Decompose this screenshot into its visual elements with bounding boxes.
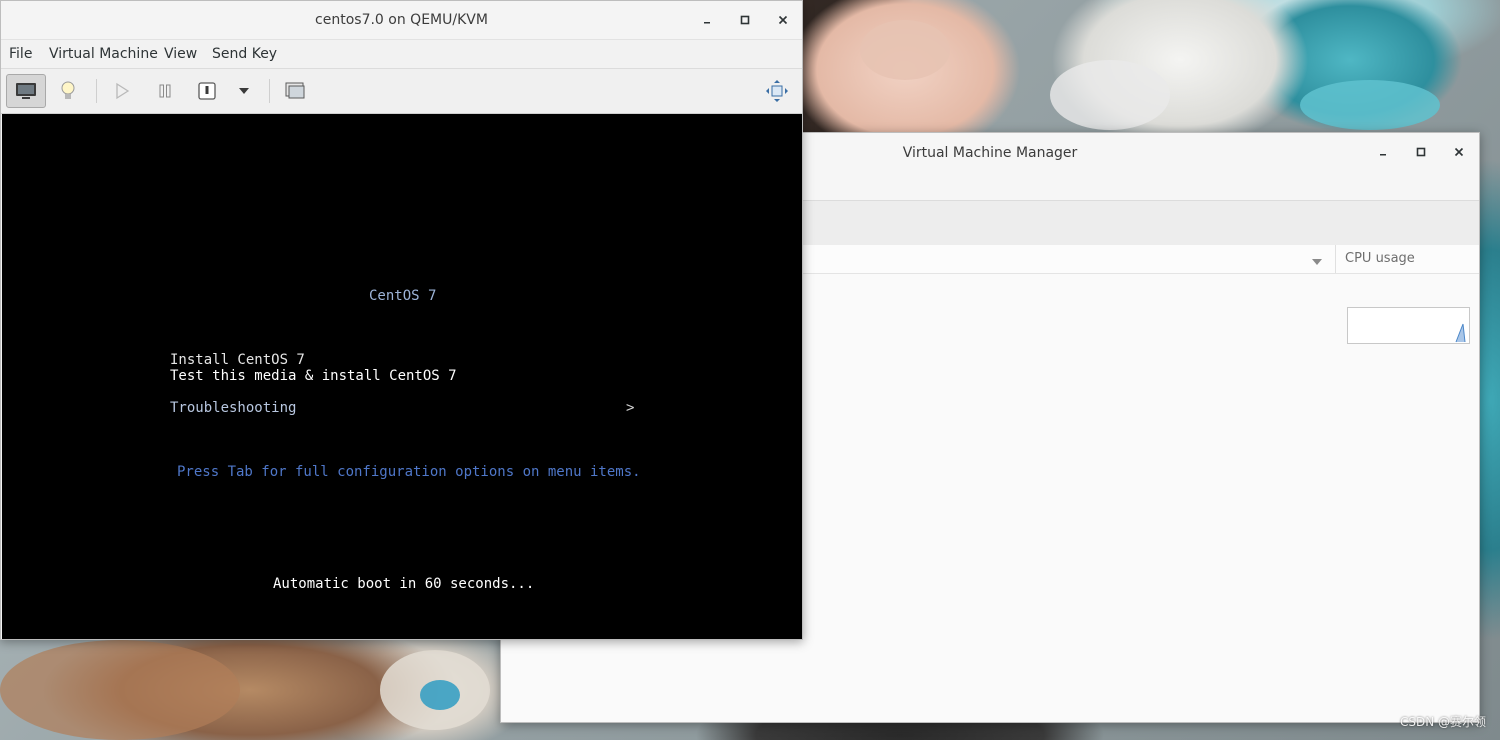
console-toolbar bbox=[1, 69, 802, 114]
pause-icon[interactable] bbox=[145, 74, 185, 108]
watermark: CSDN @赛尔领 bbox=[1399, 715, 1486, 729]
menu-file[interactable]: File bbox=[9, 46, 32, 62]
boot-option-troubleshooting[interactable]: Troubleshooting bbox=[170, 400, 296, 416]
close-icon[interactable] bbox=[773, 10, 793, 30]
vm-display[interactable]: CentOS 7 Install CentOS 7 Test this medi… bbox=[2, 114, 802, 639]
maximize-icon[interactable] bbox=[1411, 142, 1431, 162]
menu-virtual-machine[interactable]: Virtual Machine bbox=[49, 46, 158, 62]
console-window-title: centos7.0 on QEMU/KVM bbox=[315, 12, 488, 28]
vm-console-window: centos7.0 on QEMU/KVM File Virtual Machi… bbox=[0, 0, 803, 640]
cpu-usage-graph bbox=[1347, 307, 1470, 344]
menubar: File Virtual Machine View Send Key bbox=[1, 40, 802, 69]
snapshots-icon[interactable] bbox=[275, 74, 315, 108]
boot-option-test-and-install[interactable]: Test this media & install CentOS 7 bbox=[170, 368, 457, 384]
shutdown-menu-icon[interactable] bbox=[224, 74, 264, 108]
toolbar-separator bbox=[269, 79, 270, 103]
minimize-icon[interactable] bbox=[1373, 142, 1393, 162]
details-lightbulb-icon[interactable] bbox=[48, 74, 88, 108]
boot-hint: Press Tab for full configuration options… bbox=[177, 464, 641, 480]
fullscreen-icon[interactable] bbox=[757, 74, 797, 108]
boot-option-install[interactable]: Install CentOS 7 bbox=[170, 352, 305, 368]
console-titlebar[interactable]: centos7.0 on QEMU/KVM bbox=[1, 1, 802, 40]
shutdown-icon[interactable] bbox=[187, 74, 227, 108]
chevron-down-icon[interactable] bbox=[1311, 253, 1323, 265]
console-icon[interactable] bbox=[6, 74, 46, 108]
submenu-arrow: > bbox=[626, 400, 635, 416]
close-icon[interactable] bbox=[1449, 142, 1469, 162]
boot-menu-title: CentOS 7 bbox=[369, 288, 437, 304]
cpu-sparkline bbox=[1455, 323, 1466, 343]
column-divider bbox=[1335, 245, 1336, 273]
cpu-usage-column-header[interactable]: CPU usage bbox=[1345, 251, 1415, 266]
run-icon[interactable] bbox=[102, 74, 142, 108]
autoboot-countdown: Automatic boot in 60 seconds... bbox=[273, 576, 535, 592]
menu-view[interactable]: View bbox=[164, 46, 197, 62]
maximize-icon[interactable] bbox=[735, 10, 755, 30]
minimize-icon[interactable] bbox=[697, 10, 717, 30]
menu-send-key[interactable]: Send Key bbox=[212, 46, 277, 62]
toolbar-separator bbox=[96, 79, 97, 103]
